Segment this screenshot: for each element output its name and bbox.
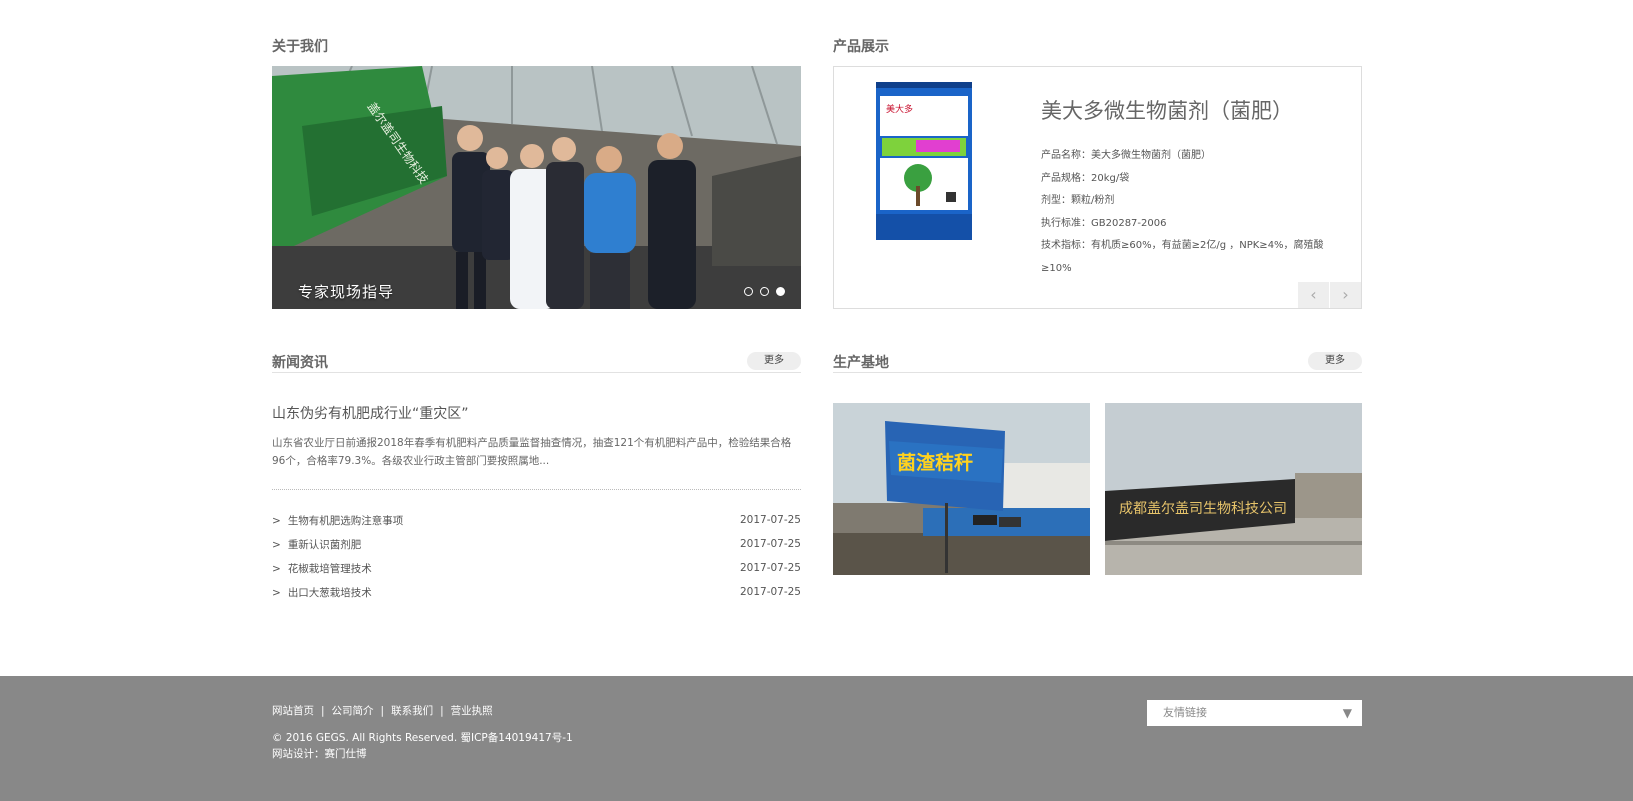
slide-caption: 专家现场指导 [298, 283, 395, 301]
footer: 网站首页 | 公司简介 | 联系我们 | 营业执照 © 2016 GEGS. A… [0, 676, 1633, 801]
factory-visit-photo: 盖尔盖司生物科技 [272, 66, 801, 309]
news-feature-title[interactable]: 山东伪劣有机肥成行业“重灾区” [272, 403, 469, 423]
footer-link-about[interactable]: 公司简介 [332, 703, 374, 718]
spec-row-standard: 执行标准：GB20287-2006 [1041, 217, 1167, 229]
base-photo-2[interactable]: 成都盖尔盖司生物科技公司 [1105, 403, 1362, 575]
product-spec-list: 产品名称：美大多微生物菌剂（菌肥） 产品规格：20kg/袋 剂型：颗粒/粉剂 执… [1041, 145, 1331, 280]
product-section-title: 产品展示 [833, 39, 889, 55]
friend-links-label: 友情链接 [1163, 706, 1207, 719]
news-date: 2017-07-25 [739, 538, 801, 550]
fertilizer-bag-icon: 美大多 [876, 82, 972, 240]
base-more-button[interactable]: 更多 [1308, 352, 1362, 370]
billboard-photo: 菌渣秸秆 [833, 403, 1090, 575]
news-divider [272, 489, 801, 490]
product-card: 美大多 美大多微生物菌剂（菌肥） 产品名称：美大多微生物菌剂（菌肥） 产品规格：… [833, 66, 1362, 309]
news-link[interactable]: > 出口大葱栽培技术 [272, 585, 372, 600]
news-link[interactable]: > 重新认识菌剂肥 [272, 537, 361, 552]
base-section-title: 生产基地 [833, 355, 889, 371]
footer-link-contact[interactable]: 联系我们 [391, 703, 433, 718]
list-item: > 花椒栽培管理技术 2017-07-25 [272, 556, 801, 580]
product-image[interactable]: 美大多 [876, 82, 972, 240]
carousel-dot-3[interactable] [776, 287, 785, 296]
about-section-title: 关于我们 [272, 39, 328, 55]
chevron-right-icon: > [272, 538, 281, 551]
list-item: > 生物有机肥选购注意事项 2017-07-25 [272, 508, 801, 532]
chevron-right-icon: > [272, 514, 281, 527]
news-feature-text: 山东省农业厅日前通报2018年春季有机肥料产品质量监督抽查情况，抽查121个有机… [272, 437, 792, 467]
spec-row-form: 剂型：颗粒/粉剂 [1041, 195, 1115, 206]
spec-row-size: 产品规格：20kg/袋 [1041, 172, 1130, 184]
designer-credit: 网站设计：赛门仕博 [272, 748, 367, 760]
friend-links-select[interactable]: 友情链接 ▼ [1147, 700, 1362, 726]
list-item: > 重新认识菌剂肥 2017-07-25 [272, 532, 801, 556]
next-arrow-icon[interactable]: › [1330, 282, 1361, 308]
footer-separator: | [380, 704, 385, 717]
news-link[interactable]: > 生物有机肥选购注意事项 [272, 513, 403, 528]
carousel-dot-1[interactable] [744, 287, 753, 296]
footer-separator: | [440, 704, 444, 717]
footer-links: 网站首页 | 公司简介 | 联系我们 | 营业执照 [272, 703, 493, 718]
chevron-right-icon: > [272, 562, 281, 575]
news-more-button[interactable]: 更多 [747, 352, 801, 370]
news-date: 2017-07-25 [739, 562, 801, 574]
about-carousel[interactable]: 盖尔盖司生物科技 专家现场指导 [272, 66, 801, 309]
product-name[interactable]: 美大多微生物菌剂（菌肥） [1041, 95, 1293, 125]
base-photo-1[interactable]: 菌渣秸秆 [833, 403, 1090, 575]
footer-link-license[interactable]: 营业执照 [451, 703, 493, 718]
list-item: > 出口大葱栽培技术 2017-07-25 [272, 580, 801, 604]
company-sign-text: 成都盖尔盖司生物科技公司 [1119, 501, 1287, 517]
news-list: > 生物有机肥选购注意事项 2017-07-25 > 重新认识菌剂肥 2017-07… [272, 508, 801, 604]
prev-arrow-icon[interactable]: ‹ [1298, 282, 1329, 308]
spec-row-indicators: 技术指标：有机质≥60%，有益菌≥2亿/g ，NPK≥4%，腐殖酸≥10% [1041, 240, 1324, 274]
carousel-dot-2[interactable] [760, 287, 769, 296]
svg-text:美大多: 美大多 [886, 103, 913, 115]
news-link[interactable]: > 花椒栽培管理技术 [272, 561, 372, 576]
spec-row-name: 产品名称：美大多微生物菌剂（菌肥） [1041, 150, 1211, 161]
carousel-dots [744, 287, 785, 296]
company-gate-photo: 成都盖尔盖司生物科技公司 [1105, 403, 1362, 575]
news-section-header: 新闻资讯 更多 [272, 343, 801, 373]
footer-separator: | [321, 704, 325, 717]
billboard-text: 菌渣秸秆 [897, 451, 973, 474]
chevron-right-icon: > [272, 586, 281, 599]
news-date: 2017-07-25 [739, 514, 801, 526]
news-section-title: 新闻资讯 [272, 355, 328, 371]
base-section-header: 生产基地 更多 [833, 343, 1362, 373]
product-nav: ‹ › [1298, 282, 1361, 308]
copyright-text: © 2016 GEGS. All Rights Reserved. 蜀ICP备1… [272, 732, 573, 744]
footer-link-home[interactable]: 网站首页 [272, 703, 314, 718]
triangle-down-icon: ▼ [1342, 706, 1352, 720]
news-date: 2017-07-25 [739, 586, 801, 598]
